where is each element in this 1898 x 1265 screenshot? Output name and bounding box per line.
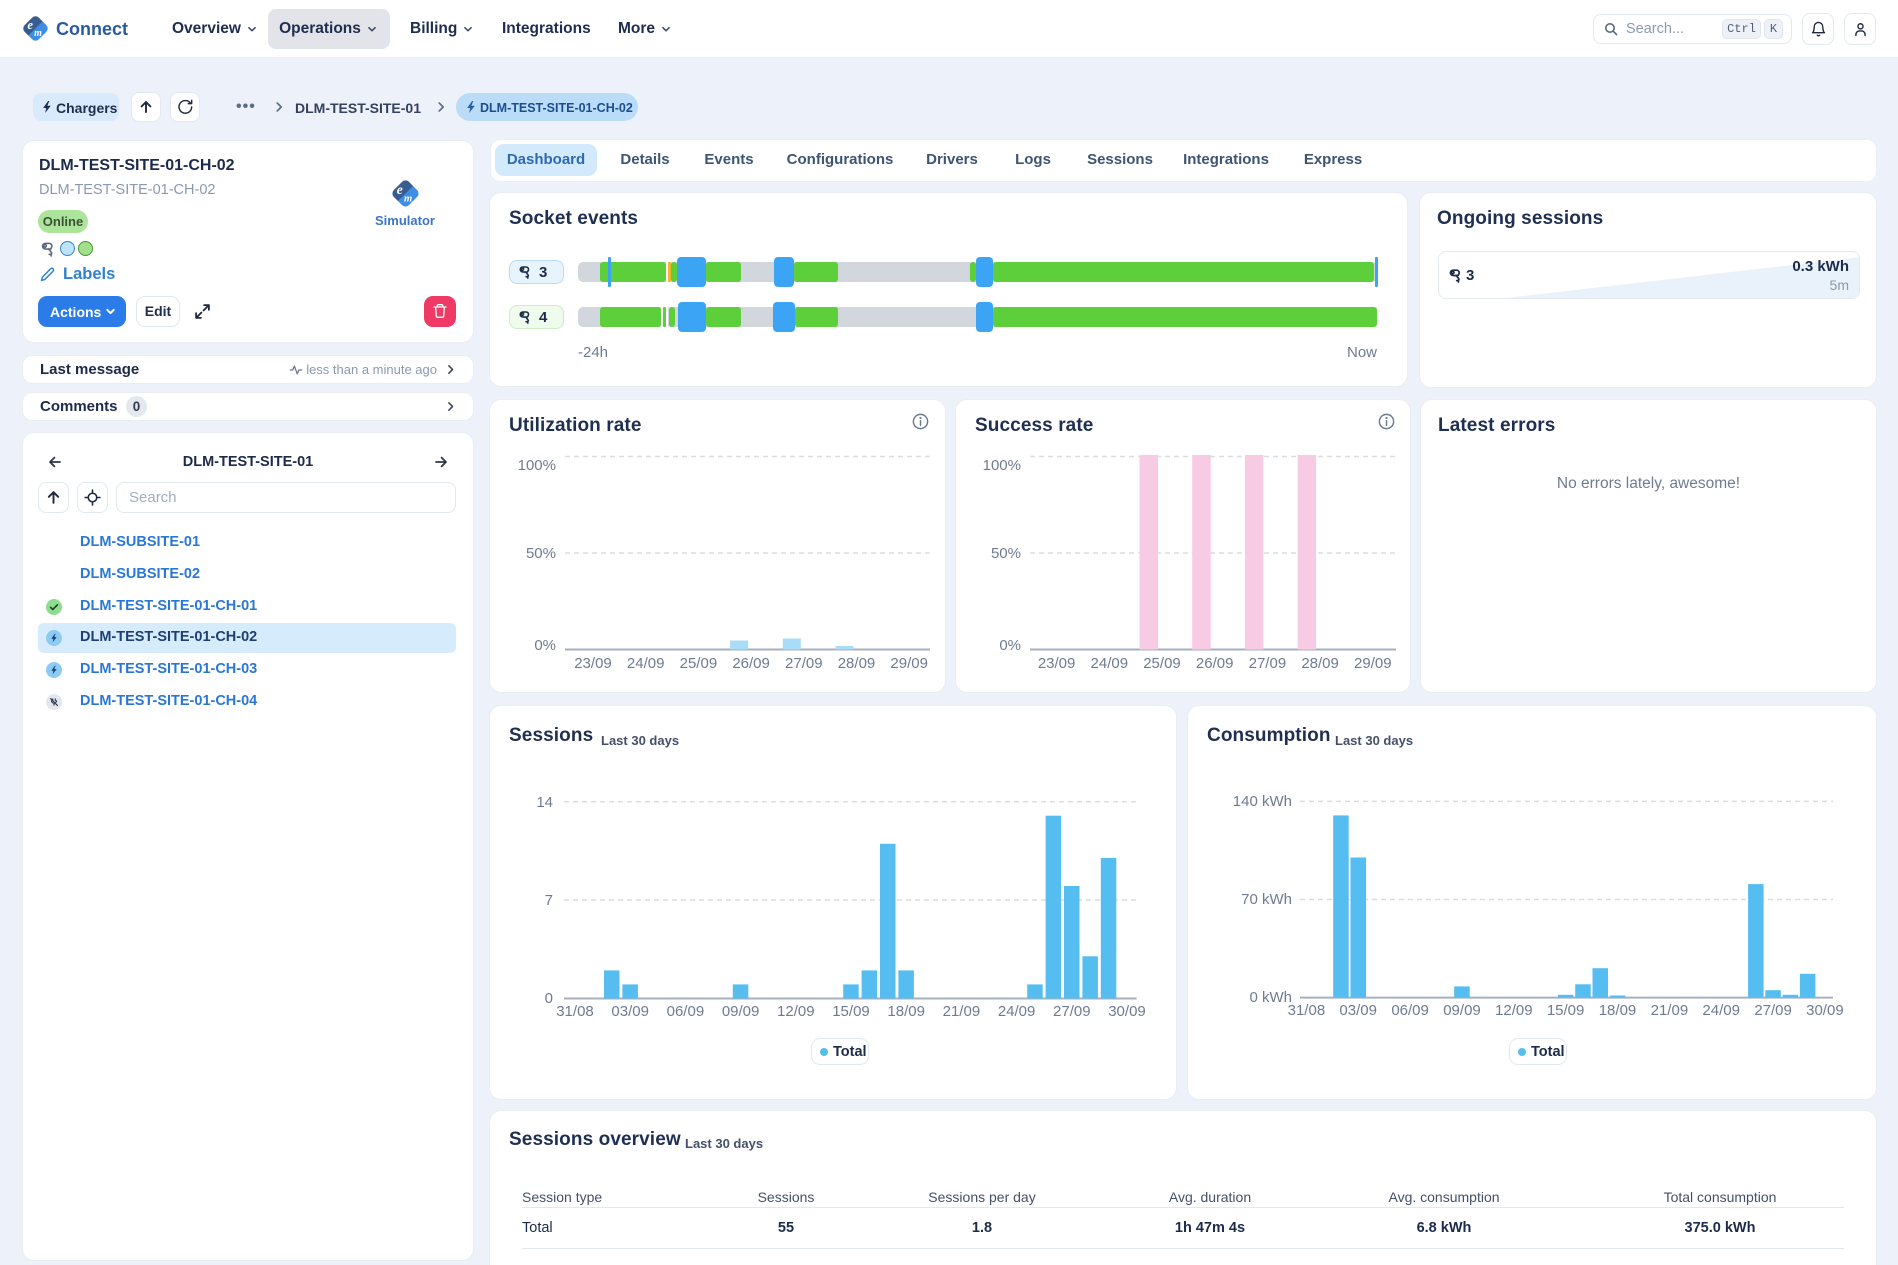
svg-text:29/09: 29/09 — [1354, 655, 1392, 672]
svg-text:70 kWh: 70 kWh — [1241, 891, 1292, 908]
svg-text:0%: 0% — [534, 637, 556, 654]
svg-text:28/09: 28/09 — [1301, 655, 1339, 672]
svg-text:7: 7 — [545, 892, 553, 909]
svg-text:100%: 100% — [983, 457, 1021, 474]
svg-text:14: 14 — [536, 794, 553, 811]
svg-text:26/09: 26/09 — [732, 655, 770, 672]
svg-text:24/09: 24/09 — [998, 1003, 1036, 1020]
svg-text:23/09: 23/09 — [1038, 655, 1076, 672]
svg-text:e: e — [397, 182, 403, 197]
svg-text:12/09: 12/09 — [777, 1003, 815, 1020]
svg-text:25/09: 25/09 — [680, 655, 718, 672]
svg-text:30/09: 30/09 — [1108, 1003, 1146, 1020]
svg-text:27/09: 27/09 — [785, 655, 823, 672]
svg-text:27/09: 27/09 — [1754, 1002, 1792, 1019]
svg-text:m: m — [404, 194, 412, 205]
svg-text:27/09: 27/09 — [1249, 655, 1287, 672]
svg-text:12/09: 12/09 — [1495, 1002, 1533, 1019]
svg-text:21/09: 21/09 — [943, 1003, 981, 1020]
svg-text:09/09: 09/09 — [1443, 1002, 1481, 1019]
svg-text:15/09: 15/09 — [832, 1003, 870, 1020]
svg-text:21/09: 21/09 — [1651, 1002, 1689, 1019]
svg-text:09/09: 09/09 — [722, 1003, 760, 1020]
svg-text:03/09: 03/09 — [611, 1003, 649, 1020]
svg-text:50%: 50% — [526, 545, 556, 562]
svg-text:31/08: 31/08 — [1288, 1002, 1326, 1019]
svg-text:50%: 50% — [991, 545, 1021, 562]
svg-text:15/09: 15/09 — [1547, 1002, 1585, 1019]
svg-text:e: e — [27, 18, 33, 32]
svg-text:140 kWh: 140 kWh — [1233, 793, 1292, 810]
svg-text:28/09: 28/09 — [838, 655, 876, 672]
svg-text:0: 0 — [545, 990, 553, 1007]
svg-text:29/09: 29/09 — [890, 655, 928, 672]
svg-text:31/08: 31/08 — [556, 1003, 594, 1020]
svg-text:24/09: 24/09 — [1702, 1002, 1740, 1019]
svg-text:26/09: 26/09 — [1196, 655, 1234, 672]
svg-text:06/09: 06/09 — [1391, 1002, 1429, 1019]
svg-text:100%: 100% — [518, 457, 556, 474]
svg-text:06/09: 06/09 — [667, 1003, 705, 1020]
svg-text:18/09: 18/09 — [887, 1003, 925, 1020]
svg-text:03/09: 03/09 — [1339, 1002, 1377, 1019]
svg-text:25/09: 25/09 — [1143, 655, 1181, 672]
svg-text:27/09: 27/09 — [1053, 1003, 1091, 1020]
svg-text:18/09: 18/09 — [1599, 1002, 1637, 1019]
svg-text:30/09: 30/09 — [1806, 1002, 1844, 1019]
svg-text:0 kWh: 0 kWh — [1249, 989, 1292, 1006]
svg-text:24/09: 24/09 — [1091, 655, 1129, 672]
svg-text:23/09: 23/09 — [574, 655, 612, 672]
svg-text:m: m — [34, 28, 42, 39]
svg-text:24/09: 24/09 — [627, 655, 665, 672]
svg-text:0%: 0% — [999, 637, 1021, 654]
